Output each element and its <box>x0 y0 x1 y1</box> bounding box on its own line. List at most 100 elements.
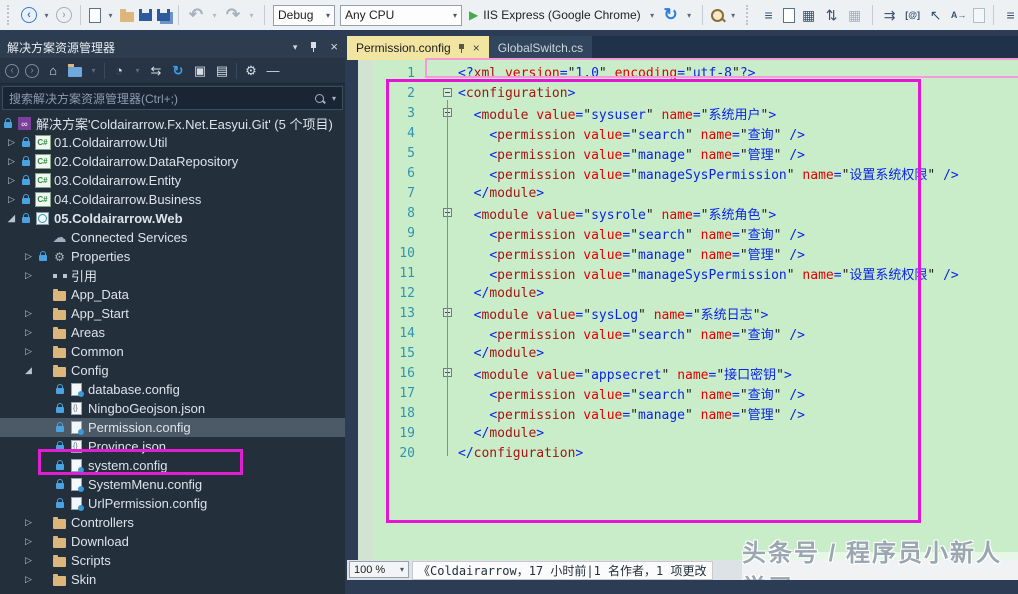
save-icon[interactable] <box>139 9 152 21</box>
se-back-icon[interactable]: ‹ <box>5 63 19 78</box>
expander-collapsed-icon[interactable]: ▷ <box>25 346 39 357</box>
expander-collapsed-icon[interactable]: ▷ <box>25 536 39 547</box>
add-new-item-icon[interactable] <box>120 8 134 22</box>
expander-collapsed-icon[interactable]: ▷ <box>25 517 39 528</box>
tree-item-ningbogeojson-json[interactable]: NingboGeojson.json <box>0 399 345 418</box>
expander-collapsed-icon[interactable]: ▷ <box>25 270 39 281</box>
toolbar-grip[interactable] <box>7 5 13 25</box>
tree-item-download[interactable]: ▷ Download <box>0 532 345 551</box>
pointer-select-icon[interactable]: ↖ <box>927 6 945 24</box>
toolbar-grip[interactable] <box>745 5 752 25</box>
tree-item-controllers[interactable]: ▷ Controllers <box>0 513 345 532</box>
tree-item-system-config[interactable]: system.config <box>0 456 345 475</box>
home-icon[interactable]: ⌂ <box>45 63 61 79</box>
collapse-all-icon[interactable]: ▣ <box>192 63 208 79</box>
expander-collapsed-icon[interactable]: ▷ <box>25 555 39 566</box>
expander-collapsed-icon[interactable]: ▷ <box>8 175 22 186</box>
find-in-files-icon[interactable] <box>710 8 724 22</box>
indent-icon[interactable]: ⇉ <box>881 6 899 24</box>
undo-caret-icon[interactable]: ▾ <box>210 11 219 20</box>
switch-views-icon[interactable] <box>67 63 83 79</box>
expander-expanded-icon[interactable]: ◢ <box>8 213 22 224</box>
document-outline-icon[interactable] <box>782 7 795 23</box>
expander-collapsed-icon[interactable]: ▷ <box>25 251 39 262</box>
expander-collapsed-icon[interactable]: ▷ <box>25 308 39 319</box>
tree-item-scripts[interactable]: ▷ Scripts <box>0 551 345 570</box>
expander-expanded-icon[interactable]: ◢ <box>25 365 39 376</box>
tree-item-references[interactable]: ▷ 引用 <box>0 266 345 285</box>
rename-icon[interactable]: A→ <box>950 6 968 24</box>
navigate-forward-icon[interactable]: › <box>56 7 72 23</box>
start-debug-button[interactable]: ▶ IIS Express (Google Chrome) <box>467 8 643 22</box>
redo-caret-icon[interactable]: ▾ <box>247 11 256 20</box>
expander-collapsed-icon[interactable]: ▷ <box>8 156 22 167</box>
tree-item-business[interactable]: ▷ C# 04.Coldairarrow.Business <box>0 190 345 209</box>
tree-item-config[interactable]: ◢ Config <box>0 361 345 380</box>
tab-globalswitch-cs[interactable]: GlobalSwitch.cs <box>488 36 593 60</box>
tree-item-permission-config[interactable]: Permission.config <box>0 418 345 437</box>
window-position-icon[interactable]: ▾ <box>293 42 298 53</box>
architecture-diagram-icon[interactable]: ▦ <box>800 6 818 24</box>
platform-combo[interactable]: Any CPU ▾ <box>340 4 462 26</box>
format-lines-icon[interactable]: ≡ <box>1002 6 1018 24</box>
show-all-files-icon[interactable]: ▤ <box>214 63 230 79</box>
tree-item-properties[interactable]: ▷ ⚙ Properties <box>0 247 345 266</box>
new-file-caret-icon[interactable]: ▾ <box>106 11 115 20</box>
pending-changes-filter-icon[interactable]: ◔ <box>111 63 127 79</box>
collapse-box-icon[interactable] <box>443 88 452 97</box>
expander-collapsed-icon[interactable]: ▷ <box>25 574 39 585</box>
git-codelens-bar[interactable]: 《Coldairarrow，17 小时前|1 名作者，1 项更改 <box>412 561 713 580</box>
preview-selected-icon[interactable]: ― <box>265 63 281 79</box>
switch-views-caret-icon[interactable]: ▾ <box>89 66 98 75</box>
zoom-level-combo[interactable]: 100 % ▾ <box>349 561 409 578</box>
navigate-back-icon[interactable]: ‹ <box>21 7 37 23</box>
redo-icon[interactable]: ↷ <box>224 5 242 24</box>
tree-item-province-json[interactable]: Province.json <box>0 437 345 456</box>
tree-item-systemmenu-config[interactable]: SystemMenu.config <box>0 475 345 494</box>
search-icon[interactable] <box>314 93 324 103</box>
search-input[interactable]: 搜索解决方案资源管理器(Ctrl+;) ▾ <box>2 86 343 110</box>
tree-item-entity[interactable]: ▷ C# 03.Coldairarrow.Entity <box>0 171 345 190</box>
tab-pin-icon[interactable] <box>458 43 466 54</box>
tree-item-database-config[interactable]: database.config <box>0 380 345 399</box>
code-editor[interactable]: 1 <?xml version="1.0" encoding="utf-8"?> 2… <box>347 60 1018 560</box>
tree-item-areas[interactable]: ▷ Areas <box>0 323 345 342</box>
close-icon[interactable]: × <box>330 40 338 53</box>
refresh-icon[interactable]: ↻ <box>170 63 186 79</box>
dependency-graph-icon[interactable]: ▦ <box>846 6 864 24</box>
expander-collapsed-icon[interactable]: ▷ <box>25 327 39 338</box>
tab-close-icon[interactable]: × <box>473 42 480 54</box>
task-list-icon[interactable]: ≡ <box>760 6 778 24</box>
tree-item-common[interactable]: ▷ Common <box>0 342 345 361</box>
tree-item-app-data[interactable]: App_Data <box>0 285 345 304</box>
browser-refresh-caret-icon[interactable]: ▾ <box>685 11 694 20</box>
expander-collapsed-icon[interactable]: ▷ <box>8 137 22 148</box>
tree-item-urlpermission-config[interactable]: UrlPermission.config <box>0 494 345 513</box>
pending-filter-caret-icon[interactable]: ▾ <box>133 66 142 75</box>
tree-item-util[interactable]: ▷ C# 01.Coldairarrow.Util <box>0 133 345 152</box>
save-all-icon[interactable] <box>157 9 170 21</box>
tree-item-solution[interactable]: ∞ 解决方案'Coldairarrow.Fx.Net.Easyui.Git' (5… <box>0 114 345 133</box>
navigate-back-caret-icon[interactable]: ▾ <box>42 11 51 20</box>
search-caret-icon[interactable]: ▾ <box>332 94 336 103</box>
se-forward-icon[interactable]: › <box>25 63 39 78</box>
undo-icon[interactable]: ↶ <box>187 5 205 24</box>
pin-icon[interactable] <box>309 41 318 53</box>
attribute-icon[interactable]: [@] <box>904 6 922 24</box>
start-caret-icon[interactable]: ▾ <box>648 11 657 20</box>
new-file-icon[interactable] <box>89 7 101 23</box>
expander-collapsed-icon[interactable]: ▷ <box>8 194 22 205</box>
browser-refresh-icon[interactable]: ↻ <box>662 5 680 24</box>
tree-item-connected-services[interactable]: ☁ Connected Services <box>0 228 345 247</box>
tree-item-web[interactable]: ◢ 05.Coldairarrow.Web <box>0 209 345 228</box>
toolbar-overflow-icon[interactable]: ▾ <box>729 11 738 20</box>
properties-icon[interactable]: ⚙ <box>243 63 259 79</box>
copy-icon[interactable] <box>972 7 985 23</box>
configuration-combo[interactable]: Debug ▾ <box>273 4 335 26</box>
sync-with-active-document-icon[interactable]: ⇆ <box>148 63 164 79</box>
tree-item-skin[interactable]: ▷ Skin <box>0 570 345 589</box>
tab-permission-config[interactable]: Permission.config × <box>347 36 489 60</box>
sort-members-icon[interactable]: ⇅ <box>823 6 841 24</box>
tree-item-app-start[interactable]: ▷ App_Start <box>0 304 345 323</box>
tree-item-datarepository[interactable]: ▷ C# 02.Coldairarrow.DataRepository <box>0 152 345 171</box>
